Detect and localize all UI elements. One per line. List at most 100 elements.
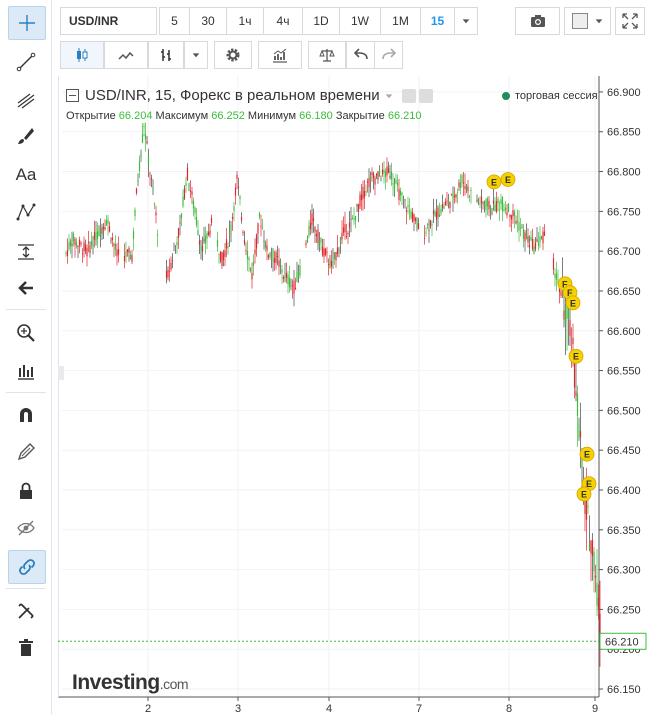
lock-tool[interactable]	[8, 475, 44, 507]
candle-up	[408, 210, 411, 212]
candle-down	[458, 182, 460, 187]
redo-button[interactable]	[374, 41, 403, 69]
candle-up	[249, 267, 252, 272]
color-theme-button[interactable]	[564, 7, 611, 35]
candle-down	[534, 242, 537, 249]
timeframe-1d[interactable]: 1D	[302, 7, 340, 35]
timeframe-4h[interactable]: 4ч	[263, 7, 303, 35]
chart-type-candles[interactable]	[60, 41, 104, 69]
candle-up	[252, 261, 255, 266]
price-chart[interactable]: 66.900 66.850 66.800 66.750 66.700 66.650 66.6…	[58, 76, 647, 715]
crosshair-tool[interactable]	[8, 6, 46, 40]
settings-icon[interactable]	[418, 88, 433, 103]
arrow-left-tool[interactable]	[8, 272, 44, 304]
candle-down	[344, 224, 346, 233]
candle-up	[380, 179, 382, 181]
pitchfork-tool[interactable]	[8, 84, 44, 116]
sync-drawings-tool[interactable]	[8, 550, 46, 584]
settings-button[interactable]	[214, 41, 252, 69]
symbol-search[interactable]: USD/INR	[60, 7, 157, 35]
candle-up	[227, 246, 229, 249]
chart-type-line[interactable]	[104, 41, 148, 69]
candle-up	[134, 209, 136, 217]
candle-down	[387, 168, 390, 173]
indicators-button[interactable]	[258, 41, 302, 69]
open-value: 66.204	[118, 110, 153, 122]
gear-icon	[226, 48, 240, 62]
remove-drawings[interactable]	[8, 632, 44, 664]
hide-drawings-tool[interactable]	[8, 512, 44, 544]
timeframe-1w[interactable]: 1W	[339, 7, 381, 35]
brush-tool[interactable]	[8, 120, 44, 152]
candle-up	[497, 198, 499, 204]
candle-down	[417, 223, 420, 230]
candle-down	[128, 248, 130, 253]
candle-up	[320, 238, 322, 243]
screenshot-button[interactable]	[515, 7, 560, 35]
measure-tool[interactable]	[8, 236, 44, 268]
candle-down	[527, 236, 529, 243]
chart-title: USD/INR, 15, Форекс в реальном времени	[85, 87, 380, 104]
candle-down	[222, 253, 225, 261]
candle-down	[467, 186, 469, 192]
timeframe-15-active[interactable]: 15	[420, 7, 455, 35]
candle-down	[491, 212, 493, 214]
candle-up	[72, 233, 75, 242]
candle-up	[99, 229, 102, 237]
ohlc-legend: Открытие 66.204 Максимум 66.252 Минимум …	[66, 110, 421, 122]
chevron-down-icon[interactable]	[384, 91, 394, 101]
candle-up	[279, 260, 282, 265]
candle-up	[206, 233, 208, 239]
trend-line-tool[interactable]	[8, 46, 44, 78]
timeframe-1m[interactable]: 1M	[380, 7, 421, 35]
scales-icon	[319, 49, 335, 62]
candle-up	[194, 207, 196, 214]
fullscreen-button[interactable]	[615, 7, 645, 35]
scroll-handle[interactable]	[58, 366, 64, 380]
candle-up	[153, 203, 156, 205]
chart-type-dropdown[interactable]	[184, 41, 208, 69]
candle-up	[197, 229, 199, 235]
timeframe-dropdown[interactable]	[454, 7, 478, 35]
eye-icon[interactable]	[401, 88, 416, 103]
candle-down	[512, 210, 514, 217]
zoom-tool[interactable]	[8, 317, 44, 349]
candle-down	[221, 251, 223, 267]
tools-settings[interactable]	[8, 595, 44, 627]
candle-down	[210, 217, 213, 223]
candle-down	[374, 177, 376, 185]
candle-up	[395, 179, 397, 183]
text-tool[interactable]: Aa	[8, 159, 44, 191]
indicators-tool[interactable]	[8, 355, 44, 387]
collapse-legend-icon[interactable]	[66, 89, 79, 102]
chart-area[interactable]: 66.900 66.850 66.800 66.750 66.700 66.650 66.6…	[58, 76, 647, 715]
pencil-icon	[17, 443, 35, 461]
candle-down	[225, 239, 228, 249]
event-marker-label: E	[491, 177, 497, 187]
candle-down	[357, 204, 360, 212]
time-tick-label: 3	[235, 703, 241, 714]
bars-icon	[161, 49, 171, 61]
candle-down	[189, 190, 192, 193]
candle-down	[251, 272, 253, 280]
link-icon	[19, 559, 35, 575]
candle-up	[105, 220, 108, 226]
candle-down	[327, 263, 330, 265]
timeframe-5[interactable]: 5	[159, 7, 190, 35]
magnet-tool[interactable]	[8, 399, 44, 431]
undo-button[interactable]	[346, 41, 375, 69]
candle-down	[455, 194, 457, 198]
candle-down	[429, 220, 432, 227]
timeframe-1h[interactable]: 1ч	[226, 7, 264, 35]
timeframe-30[interactable]: 30	[189, 7, 227, 35]
timeframe-label: 5	[171, 14, 178, 28]
candle-down	[585, 500, 588, 520]
candle-down	[174, 245, 177, 247]
pencil-tool[interactable]	[8, 436, 44, 468]
price-tick-label: 66.550	[607, 366, 641, 378]
crosshair-icon	[19, 15, 35, 31]
compare-button[interactable]	[308, 41, 346, 69]
chart-type-bars[interactable]	[148, 41, 184, 69]
pattern-tool[interactable]	[8, 196, 44, 228]
candle-up	[306, 237, 309, 243]
